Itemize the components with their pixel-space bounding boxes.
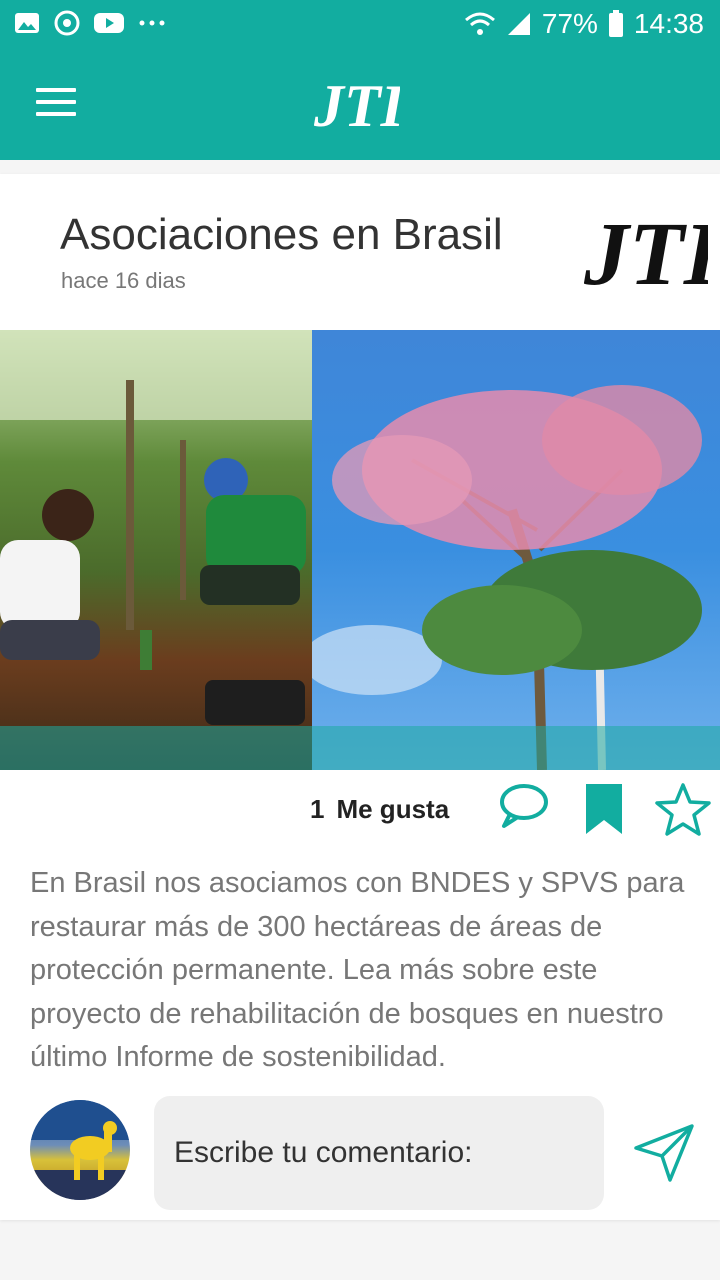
comment-icon[interactable] [498, 782, 550, 830]
image-overlay-strip [0, 726, 720, 770]
bookmark-icon[interactable] [584, 782, 624, 838]
comment-composer [0, 1092, 720, 1212]
youtube-icon [94, 13, 124, 33]
battery-percent: 77% [541, 8, 598, 39]
signal-icon [507, 13, 530, 35]
send-icon[interactable] [632, 1120, 696, 1184]
image-icon [15, 13, 39, 33]
likes-label: Me gusta [336, 794, 450, 824]
clock: 14:38 [633, 8, 704, 39]
post-timestamp: hace 16 dias [61, 268, 186, 293]
star-icon[interactable] [654, 782, 712, 838]
post-image[interactable] [0, 330, 720, 770]
svg-text:JTI: JTI [314, 73, 400, 136]
post-title: Asociaciones en Brasil [60, 210, 503, 259]
battery-icon [608, 10, 623, 37]
post-actions: 1 Me gusta [0, 770, 720, 850]
jti-logo[interactable]: JTI [314, 72, 400, 136]
jti-card-logo: JTI [584, 205, 708, 300]
comment-input[interactable] [154, 1096, 604, 1210]
svg-text:JTI: JTI [584, 205, 708, 300]
status-bar: 77% 14:38 [0, 0, 720, 50]
photo-planting [0, 330, 312, 770]
post-body: En Brasil nos asociamos con BNDES y SPVS… [30, 867, 685, 1073]
wifi-icon [464, 12, 495, 35]
post-card: Asociaciones en Brasil hace 16 dias JTI [0, 174, 720, 1220]
app-bar: JTI [0, 50, 720, 160]
likes-counter[interactable]: 1 Me gusta [310, 794, 449, 825]
more-dots-icon [139, 20, 165, 26]
likes-count: 1 [310, 794, 325, 824]
app-icon [54, 10, 80, 36]
avatar[interactable] [30, 1100, 130, 1200]
hamburger-menu-icon[interactable] [36, 88, 76, 118]
photo-flowering-tree [302, 330, 720, 770]
